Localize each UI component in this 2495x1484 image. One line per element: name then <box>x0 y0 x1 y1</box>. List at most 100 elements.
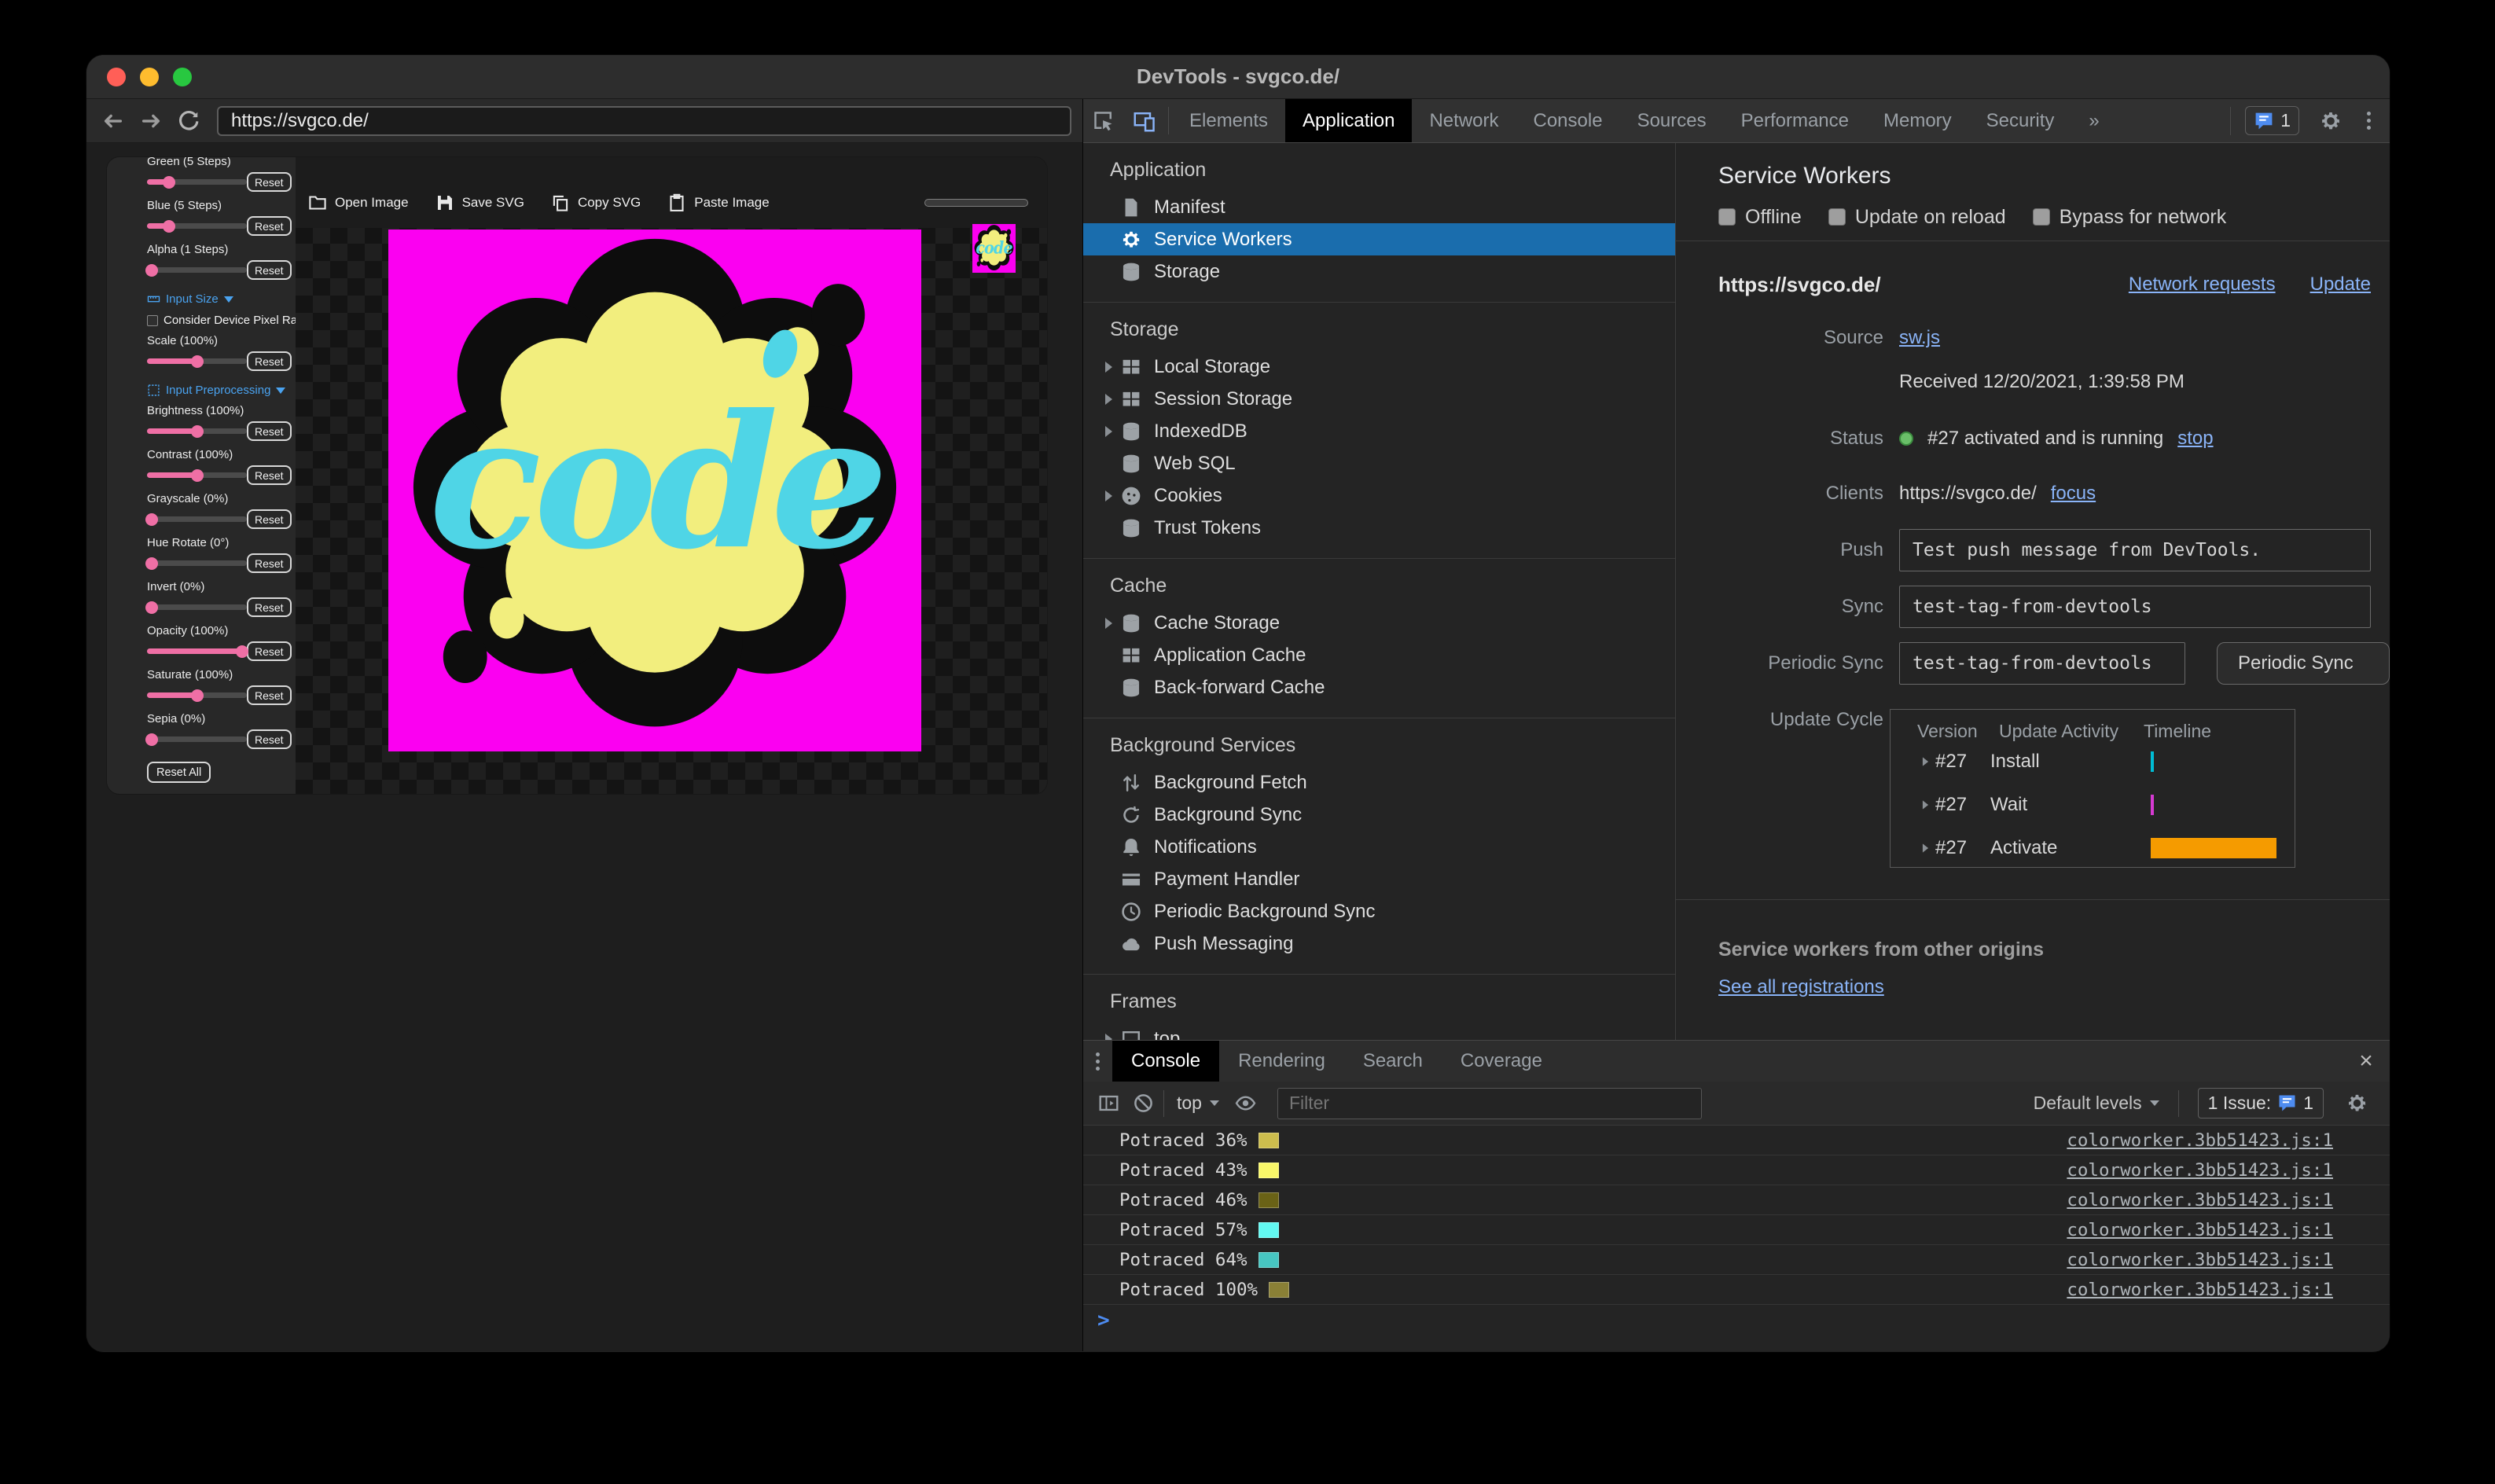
focus-link[interactable]: focus <box>2051 483 2096 505</box>
slider-track[interactable] <box>145 263 247 277</box>
see-all-registrations-link[interactable]: See all registrations <box>1718 976 1884 998</box>
back-button[interactable] <box>97 105 129 137</box>
devtools-tab-more[interactable]: » <box>2071 99 2116 142</box>
close-drawer-icon[interactable]: × <box>2343 1041 2390 1082</box>
sidebar-item-session-storage[interactable]: Session Storage <box>1083 383 1675 415</box>
sidebar-item-web-sql[interactable]: Web SQL <box>1083 447 1675 479</box>
section-input-preprocessing[interactable]: Input Preprocessing <box>147 384 286 397</box>
zoom-window-button[interactable] <box>173 68 192 86</box>
sidebar-item-service-workers[interactable]: Service Workers <box>1083 223 1675 255</box>
devtools-tab-performance[interactable]: Performance <box>1724 99 1866 142</box>
sidebar-item-push-messaging[interactable]: Push Messaging <box>1083 928 1675 960</box>
console-source-link[interactable]: colorworker.3bb51423.js:1 <box>2067 1280 2333 1300</box>
slider-thumb[interactable] <box>162 219 175 233</box>
slider-thumb[interactable] <box>145 556 159 570</box>
expand-arrow-icon[interactable] <box>1105 425 1112 437</box>
console-source-link[interactable]: colorworker.3bb51423.js:1 <box>2067 1250 2333 1270</box>
reset-button[interactable]: Reset <box>247 172 292 192</box>
slider-thumb[interactable] <box>190 354 204 368</box>
sidebar-item-background-fetch[interactable]: Background Fetch <box>1083 766 1675 799</box>
devtools-tab-security[interactable]: Security <box>1969 99 2072 142</box>
expand-arrow-icon[interactable] <box>1105 393 1112 405</box>
reload-button[interactable] <box>173 105 204 137</box>
sidebar-item-application-cache[interactable]: Application Cache <box>1083 639 1675 671</box>
reset-button[interactable]: Reset <box>247 260 292 280</box>
settings-gear-icon[interactable] <box>2310 110 2351 132</box>
slider-track[interactable] <box>145 512 247 526</box>
clear-console-icon[interactable] <box>1126 1086 1160 1121</box>
reset-all-button[interactable]: Reset All <box>147 762 211 783</box>
reset-button[interactable]: Reset <box>247 509 292 529</box>
slider-thumb[interactable] <box>162 175 175 189</box>
checkbox-update-on-reload[interactable]: Update on reload <box>1828 206 2006 229</box>
source-file-link[interactable]: sw.js <box>1899 327 1940 349</box>
checkbox-offline[interactable]: Offline <box>1718 206 1802 229</box>
devtools-tab-sources[interactable]: Sources <box>1620 99 1724 142</box>
console-tab-coverage[interactable]: Coverage <box>1442 1041 1561 1082</box>
expand-arrow-icon[interactable] <box>1105 490 1112 501</box>
sidebar-item-cache-storage[interactable]: Cache Storage <box>1083 607 1675 639</box>
slider-thumb[interactable] <box>190 468 204 482</box>
reset-button[interactable]: Reset <box>247 216 292 236</box>
devtools-tab-console[interactable]: Console <box>1516 99 1620 142</box>
log-levels-dropdown[interactable]: Default levels <box>2034 1093 2159 1114</box>
sidebar-item-indexeddb[interactable]: IndexedDB <box>1083 415 1675 447</box>
sidebar-item-periodic-background-sync[interactable]: Periodic Background Sync <box>1083 895 1675 928</box>
reset-button[interactable]: Reset <box>247 729 292 749</box>
console-prompt[interactable]: > <box>1083 1305 2390 1336</box>
reset-button[interactable]: Reset <box>247 597 292 617</box>
console-tab-search[interactable]: Search <box>1344 1041 1442 1082</box>
slider-track[interactable] <box>145 601 247 614</box>
checkbox-bypass-for-network[interactable]: Bypass for network <box>2032 206 2226 229</box>
expand-arrow-icon[interactable] <box>1105 361 1112 373</box>
zoom-slider[interactable] <box>924 199 1028 207</box>
slider-thumb[interactable] <box>190 689 204 702</box>
sidebar-item-trust-tokens[interactable]: Trust Tokens <box>1083 512 1675 544</box>
console-issues-badge[interactable]: 1 Issue: 1 <box>2197 1088 2324 1119</box>
forward-button[interactable] <box>135 105 167 137</box>
color-swatch[interactable] <box>1258 1192 1279 1208</box>
devtools-tab-elements[interactable]: Elements <box>1172 99 1285 142</box>
expand-arrow-icon[interactable] <box>1922 843 1929 853</box>
device-toolbar-icon[interactable] <box>1124 99 1165 142</box>
checkbox-box-icon[interactable] <box>1718 208 1736 226</box>
close-window-button[interactable] <box>107 68 126 86</box>
slider-thumb[interactable] <box>190 424 204 438</box>
minimize-window-button[interactable] <box>140 68 159 86</box>
slider-track[interactable] <box>147 689 247 702</box>
slider-thumb[interactable] <box>145 512 159 526</box>
push-message-input[interactable] <box>1899 529 2371 571</box>
console-source-link[interactable]: colorworker.3bb51423.js:1 <box>2067 1160 2333 1181</box>
paste-image-button[interactable]: Paste Image <box>667 193 770 212</box>
reset-button[interactable]: Reset <box>247 553 292 573</box>
console-source-link[interactable]: colorworker.3bb51423.js:1 <box>2067 1130 2333 1151</box>
slider-track[interactable] <box>145 733 247 746</box>
expand-arrow-icon[interactable] <box>1105 617 1112 629</box>
console-filter-input[interactable] <box>1277 1087 1702 1119</box>
sidebar-item-payment-handler[interactable]: Payment Handler <box>1083 863 1675 895</box>
sidebar-item-cookies[interactable]: Cookies <box>1083 479 1675 512</box>
network-requests-link[interactable]: Network requests <box>2129 274 2276 296</box>
sidebar-item-local-storage[interactable]: Local Storage <box>1083 351 1675 383</box>
sidebar-item-back-forward-cache[interactable]: Back-forward Cache <box>1083 671 1675 703</box>
console-sidebar-toggle-icon[interactable] <box>1091 1086 1126 1121</box>
url-input[interactable] <box>217 105 1071 136</box>
section-input-size[interactable]: Input Size <box>147 292 283 306</box>
slider-track[interactable] <box>147 354 247 368</box>
slider-track[interactable] <box>147 645 248 658</box>
slider-track[interactable] <box>147 468 247 482</box>
devtools-menu-kebab-icon[interactable] <box>2362 112 2376 130</box>
sync-tag-input[interactable] <box>1899 586 2371 628</box>
reset-button[interactable]: Reset <box>247 641 292 661</box>
console-source-link[interactable]: colorworker.3bb51423.js:1 <box>2067 1190 2333 1210</box>
color-swatch[interactable] <box>1269 1281 1290 1298</box>
devtools-tab-memory[interactable]: Memory <box>1866 99 1969 142</box>
sidebar-item-top[interactable]: top <box>1083 1023 1675 1040</box>
expand-arrow-icon[interactable] <box>1922 757 1929 766</box>
sidebar-item-notifications[interactable]: Notifications <box>1083 831 1675 863</box>
color-swatch[interactable] <box>1258 1132 1279 1148</box>
color-swatch[interactable] <box>1258 1162 1279 1178</box>
console-settings-gear-icon[interactable] <box>2339 1086 2374 1121</box>
save-svg-button[interactable]: Save SVG <box>435 193 524 212</box>
execution-context-selector[interactable]: top <box>1167 1093 1229 1114</box>
